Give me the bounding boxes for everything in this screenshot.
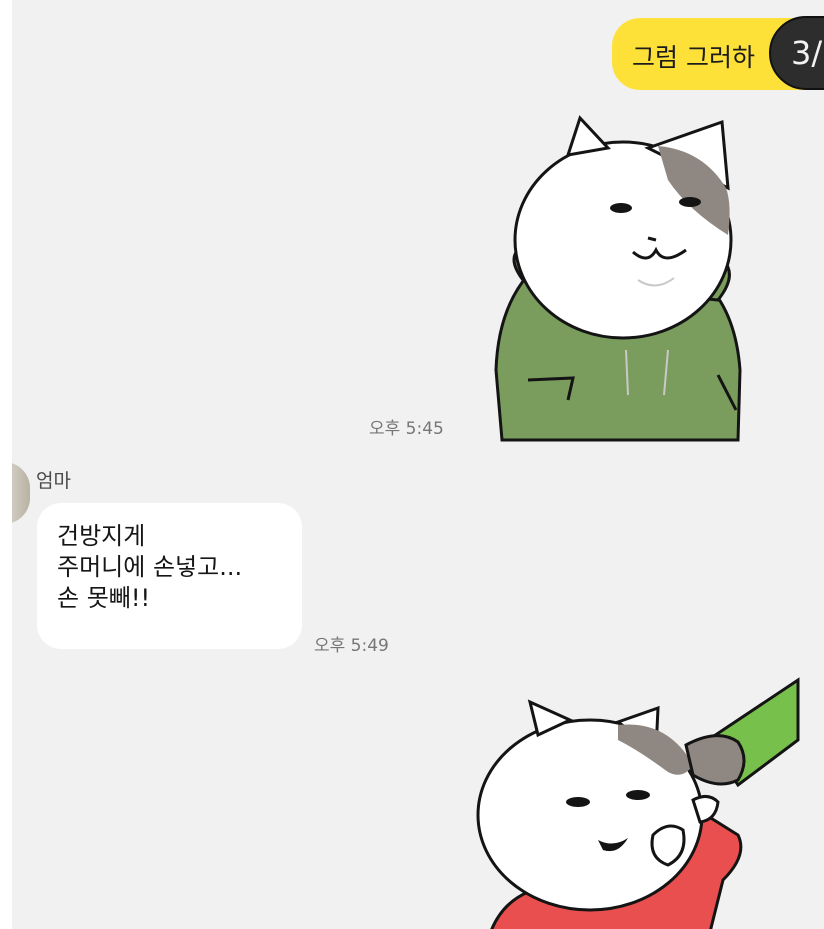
chat-area: 그럼 그러하 오후 5:45 엄마 건방지게 주머니에 손넣고... 손 못빼!… bbox=[12, 0, 824, 929]
incoming-message-line-3: 손 못빼!! bbox=[57, 584, 151, 612]
sender-avatar[interactable] bbox=[12, 462, 30, 524]
sticker-1-timestamp: 오후 5:45 bbox=[369, 419, 444, 439]
incoming-message-timestamp: 오후 5:49 bbox=[314, 636, 389, 656]
incoming-message-bubble[interactable]: 건방지게 주머니에 손넣고... 손 못빼!! bbox=[37, 503, 302, 649]
incoming-message-line-2: 주머니에 손넣고... bbox=[57, 553, 243, 581]
sender-name: 엄마 bbox=[36, 470, 71, 492]
incoming-message-line-1: 건방지게 bbox=[57, 522, 146, 550]
page-counter-text: 3/8 bbox=[791, 34, 824, 72]
punched-cat-sticker[interactable] bbox=[468, 677, 800, 929]
outgoing-message-text: 그럼 그러하 bbox=[632, 43, 755, 72]
hoodie-cat-sticker[interactable] bbox=[488, 110, 768, 442]
